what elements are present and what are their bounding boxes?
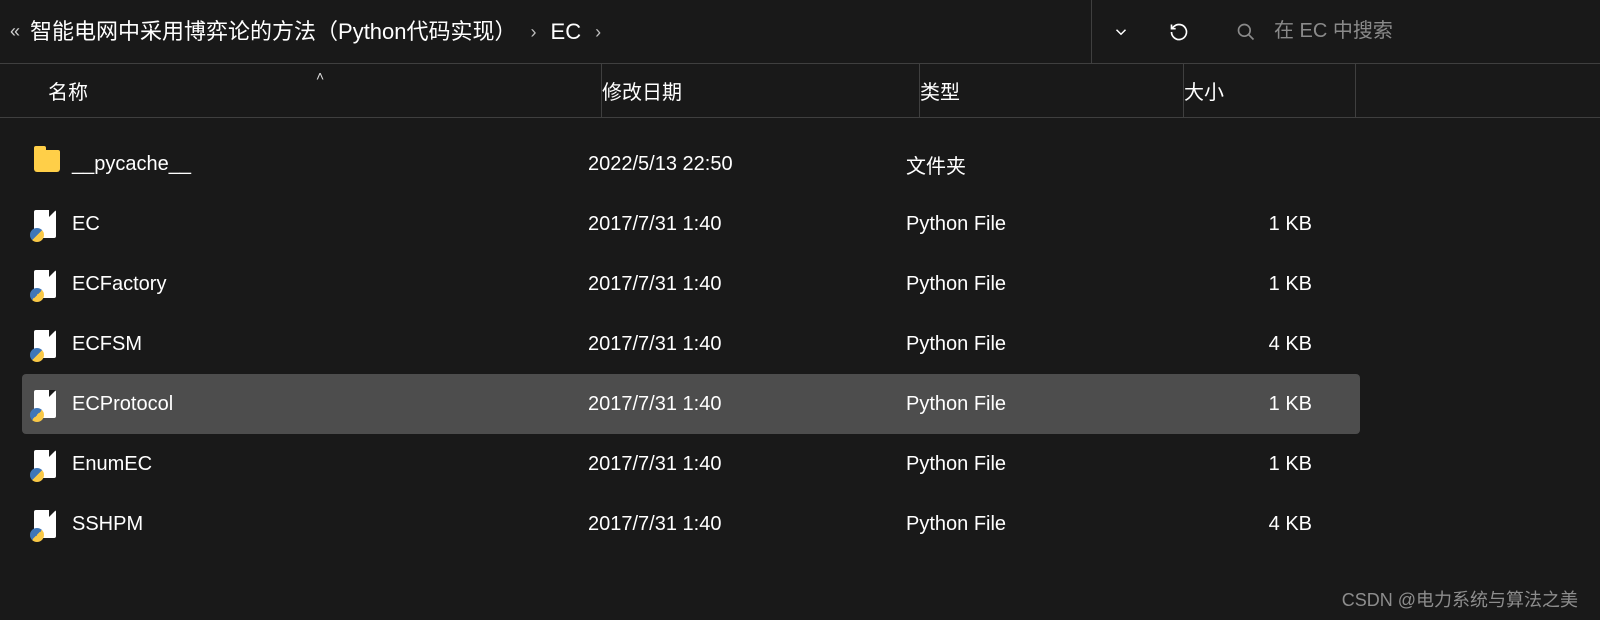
- file-date: 2017/7/31 1:40: [588, 393, 906, 416]
- file-name: __pycache__: [72, 153, 588, 176]
- breadcrumb-item[interactable]: EC: [545, 0, 588, 63]
- file-type: Python File: [906, 333, 1170, 356]
- watermark: CSDN @电力系统与算法之美: [1342, 586, 1578, 612]
- file-type: Python File: [906, 273, 1170, 296]
- file-size: 1 KB: [1170, 453, 1320, 476]
- file-size: 1 KB: [1170, 393, 1320, 416]
- file-name: ECFSM: [72, 333, 588, 356]
- file-row[interactable]: EC2017/7/31 1:40Python File1 KB: [22, 194, 1360, 254]
- refresh-button[interactable]: [1150, 0, 1208, 63]
- toolbar: « 智能电网中采用博弈论的方法（Python代码实现） › EC ›: [0, 0, 1600, 64]
- python-file-icon: [34, 270, 58, 298]
- column-header-size[interactable]: 大小: [1184, 64, 1356, 117]
- file-date: 2017/7/31 1:40: [588, 453, 906, 476]
- search-input[interactable]: [1274, 20, 1574, 43]
- file-date: 2017/7/31 1:40: [588, 213, 906, 236]
- file-row[interactable]: SSHPM2017/7/31 1:40Python File4 KB: [22, 494, 1360, 554]
- file-size: 4 KB: [1170, 333, 1320, 356]
- file-type: Python File: [906, 453, 1170, 476]
- python-file-icon: [34, 510, 58, 538]
- file-size: 1 KB: [1170, 273, 1320, 296]
- file-date: 2017/7/31 1:40: [588, 273, 906, 296]
- chevron-right-icon: ›: [587, 0, 609, 63]
- file-type: Python File: [906, 513, 1170, 536]
- python-file-icon: [34, 450, 58, 478]
- sort-caret-up-icon[interactable]: ˄: [316, 68, 324, 84]
- column-header-type[interactable]: 类型: [920, 64, 1184, 117]
- search-box[interactable]: [1208, 0, 1600, 63]
- file-type: Python File: [906, 393, 1170, 416]
- column-header-spacer: [1356, 64, 1386, 117]
- search-icon: [1236, 22, 1256, 42]
- file-size: 1 KB: [1170, 213, 1320, 236]
- file-name: ECFactory: [72, 273, 588, 296]
- file-name: EC: [72, 213, 588, 236]
- file-row[interactable]: ECFSM2017/7/31 1:40Python File4 KB: [22, 314, 1360, 374]
- column-header-name[interactable]: 名称: [48, 64, 602, 117]
- file-size: 4 KB: [1170, 513, 1320, 536]
- file-date: 2022/5/13 22:50: [588, 153, 906, 176]
- file-row[interactable]: ECFactory2017/7/31 1:40Python File1 KB: [22, 254, 1360, 314]
- python-file-icon: [34, 330, 58, 358]
- column-header-date[interactable]: 修改日期: [602, 64, 920, 117]
- recent-locations-button[interactable]: [1092, 0, 1150, 63]
- file-date: 2017/7/31 1:40: [588, 513, 906, 536]
- file-name: SSHPM: [72, 513, 588, 536]
- address-bar[interactable]: « 智能电网中采用博弈论的方法（Python代码实现） › EC ›: [0, 0, 1092, 63]
- breadcrumb-item[interactable]: 智能电网中采用博弈论的方法（Python代码实现）: [24, 0, 523, 63]
- python-file-icon: [34, 210, 58, 238]
- file-row[interactable]: ECProtocol2017/7/31 1:40Python File1 KB: [22, 374, 1360, 434]
- file-row[interactable]: __pycache__2022/5/13 22:50文件夹: [22, 134, 1360, 194]
- chevron-right-icon: ›: [523, 0, 545, 63]
- python-file-icon: [34, 390, 58, 418]
- file-name: ECProtocol: [72, 393, 588, 416]
- file-date: 2017/7/31 1:40: [588, 333, 906, 356]
- file-row[interactable]: EnumEC2017/7/31 1:40Python File1 KB: [22, 434, 1360, 494]
- file-type: 文件夹: [906, 150, 1170, 179]
- folder-icon: [34, 150, 58, 178]
- file-type: Python File: [906, 213, 1170, 236]
- column-header-row: ˄ 名称 修改日期 类型 大小: [0, 64, 1600, 118]
- file-list: __pycache__2022/5/13 22:50文件夹EC2017/7/31…: [0, 118, 1360, 554]
- history-chevron-icon[interactable]: «: [10, 21, 24, 42]
- file-name: EnumEC: [72, 453, 588, 476]
